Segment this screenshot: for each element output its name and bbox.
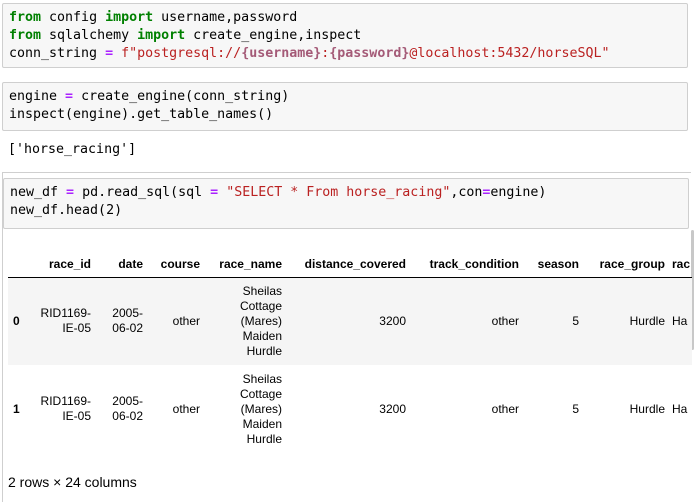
code-line: from config import username,password — [9, 10, 298, 25]
column-header: track_condition — [411, 253, 524, 278]
cell-output-table-names: ['horse_racing'] — [8, 142, 137, 157]
cell-track-condition: other — [491, 313, 519, 328]
cell-distance: 3200 — [379, 313, 406, 328]
dataframe-table: race_id date course race_name distance_c… — [8, 253, 693, 453]
code-line: engine = create_engine(conn_string) — [9, 89, 290, 104]
column-header: course — [148, 253, 205, 278]
code-cell-read-sql[interactable]: new_df = pd.read_sql(sql = "SELECT * Fro… — [3, 178, 689, 229]
cell-race-name: Sheilas Cottage (Mares) Maiden Hurdle — [239, 283, 282, 358]
table-row: 0 RID1169-IE-05 2005-06-02 other Sheilas… — [8, 277, 693, 365]
row-index: 1 — [13, 401, 20, 416]
cell-race-id: RID1169-IE-05 — [40, 394, 91, 423]
column-header: race_id — [30, 253, 96, 278]
cell-truncated: Ha — [672, 401, 688, 416]
dataframe-shape-text: 2 rows × 24 columns — [8, 474, 137, 490]
column-header: distance_covered — [287, 253, 411, 278]
column-header: season — [524, 253, 584, 278]
row-index: 0 — [13, 313, 20, 328]
code-cell-inspect[interactable]: engine = create_engine(conn_string) insp… — [2, 82, 688, 131]
cell-race-name: Sheilas Cottage (Mares) Maiden Hurdle — [239, 371, 282, 446]
cell-race-id: RID1169-IE-05 — [40, 306, 91, 336]
cell-track-condition: other — [491, 401, 519, 416]
cell-season: 5 — [572, 313, 579, 328]
cell-distance: 3200 — [379, 401, 406, 416]
column-header: date — [96, 253, 148, 278]
cell-date: 2005-06-02 — [112, 306, 143, 336]
cell-truncated: Ha — [672, 313, 688, 328]
code-line: inspect(engine).get_table_names() — [9, 107, 274, 122]
table-header-row: race_id date course race_name distance_c… — [8, 253, 693, 278]
column-header: race_group — [584, 253, 670, 278]
table-row: 1 RID1169-IE-05 2005-06-02 other Sheilas… — [8, 365, 692, 453]
column-header: race_name — [205, 253, 287, 278]
cell-course: other — [172, 401, 200, 416]
code-line: new_df.head(2) — [10, 203, 123, 218]
code-cell-imports[interactable]: from config import username,password fro… — [2, 3, 688, 68]
code-line: new_df = pd.read_sql(sql = "SELECT * Fro… — [10, 185, 547, 200]
cell-race-group: Hurdle — [629, 401, 665, 416]
cell-date: 2005-06-02 — [112, 394, 143, 423]
cell-course: other — [172, 313, 200, 328]
cell-season: 5 — [572, 401, 579, 416]
code-line: conn_string = f"postgresql://{username}:… — [9, 46, 610, 61]
code-line: from sqlalchemy import create_engine,ins… — [9, 28, 362, 43]
cell-race-group: Hurdle — [629, 313, 665, 328]
column-header: rac — [670, 253, 693, 278]
column-header — [8, 253, 30, 278]
